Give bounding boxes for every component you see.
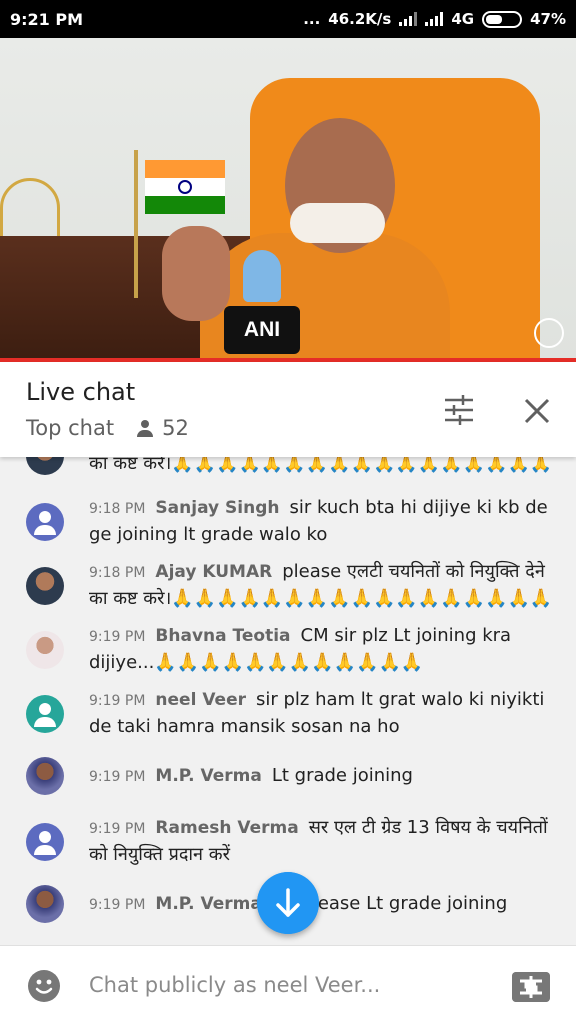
message-text: का कष्ट करे।🙏🙏🙏🙏🙏🙏🙏🙏🙏🙏🙏🙏🙏🙏🙏🙏🙏 bbox=[89, 457, 553, 474]
status-dots: ... bbox=[303, 10, 321, 28]
message-text: CM sir plz Lt joining kra dijiye...🙏🙏🙏🙏🙏… bbox=[89, 625, 512, 673]
chat-header: Live chat Top chat 52 bbox=[0, 362, 576, 457]
close-icon[interactable] bbox=[522, 396, 552, 426]
battery-icon bbox=[482, 10, 523, 28]
avatar bbox=[26, 695, 64, 733]
avatar bbox=[26, 503, 64, 541]
flag-pole bbox=[134, 150, 138, 298]
message-author[interactable]: Ramesh Verma bbox=[155, 818, 298, 838]
message-time: 9:19 PM bbox=[89, 897, 146, 913]
message-time: 9:19 PM bbox=[89, 693, 146, 709]
speaker-hand bbox=[162, 226, 230, 321]
message-author[interactable]: M.P. Verma bbox=[155, 766, 261, 786]
chat-subheader: Top chat 52 bbox=[26, 416, 189, 440]
network-speed: 46.2K/s bbox=[328, 10, 392, 28]
signal-icon-2 bbox=[425, 12, 444, 26]
message-text: Lt grade joining bbox=[271, 765, 413, 786]
microphone-foam bbox=[243, 250, 281, 302]
message-time: 9:19 PM bbox=[89, 769, 146, 785]
message-time: 9:19 PM bbox=[89, 629, 146, 645]
avatar bbox=[26, 823, 64, 861]
status-bar: 9:21 PM ... 46.2K/s 4G 47% bbox=[0, 0, 576, 38]
person-icon bbox=[136, 419, 154, 437]
video-player[interactable]: ANI bbox=[0, 38, 576, 362]
status-time: 9:21 PM bbox=[10, 9, 84, 29]
chat-input-bar bbox=[0, 945, 576, 1024]
status-right: ... 46.2K/s 4G 47% bbox=[303, 10, 566, 28]
message-time: 9:18 PM bbox=[89, 565, 146, 581]
sliders-icon[interactable] bbox=[443, 394, 475, 426]
network-type: 4G bbox=[451, 10, 475, 28]
chat-mode-selector[interactable]: Top chat bbox=[26, 416, 114, 440]
avatar bbox=[26, 757, 64, 795]
avatar bbox=[26, 567, 64, 605]
viewer-count-value: 52 bbox=[162, 416, 189, 440]
signal-icon bbox=[399, 12, 418, 26]
message-time: 9:19 PM bbox=[89, 821, 146, 837]
message-author[interactable]: Bhavna Teotia bbox=[155, 626, 290, 646]
emoji-icon[interactable] bbox=[28, 970, 60, 1002]
message-time: 9:18 PM bbox=[89, 501, 146, 517]
avatar bbox=[26, 457, 64, 475]
super-chat-icon[interactable] bbox=[512, 972, 550, 1002]
viewer-count: 52 bbox=[136, 416, 189, 440]
microphone-label: ANI bbox=[224, 306, 300, 354]
battery-level: 47% bbox=[530, 10, 566, 28]
indian-flag bbox=[145, 160, 225, 214]
message-author[interactable]: Ajay KUMAR bbox=[155, 562, 272, 582]
chat-title: Live chat bbox=[26, 378, 136, 406]
emblem-logo bbox=[534, 318, 564, 348]
avatar bbox=[26, 885, 64, 923]
face-mask bbox=[290, 203, 385, 243]
chat-input[interactable] bbox=[89, 970, 489, 1000]
message-author[interactable]: Sanjay Singh bbox=[155, 498, 279, 518]
message-author[interactable]: neel Veer bbox=[155, 690, 246, 710]
message-author[interactable]: M.P. Verma bbox=[155, 894, 261, 914]
avatar bbox=[26, 631, 64, 669]
arrow-down-icon[interactable] bbox=[257, 872, 319, 934]
